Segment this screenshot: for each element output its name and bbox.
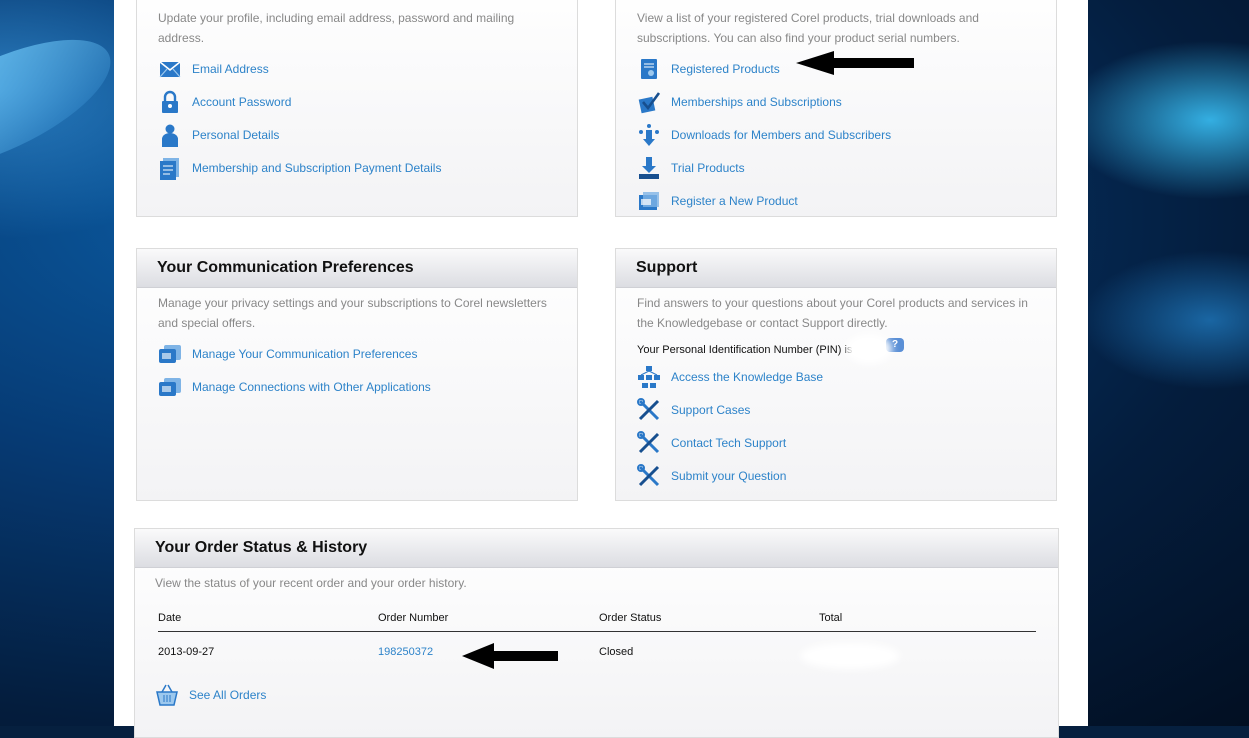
link-payment-details-label[interactable]: Membership and Subscription Payment Deta… — [192, 161, 441, 175]
tools-icon — [637, 430, 660, 453]
orders-table-header: Date Order Number Order Status Total — [158, 605, 1036, 632]
column-order-number: Order Number — [378, 605, 599, 632]
link-memberships-subscriptions[interactable]: Memberships and Subscriptions — [637, 85, 1036, 118]
link-downloads-members[interactable]: Downloads for Members and Subscribers — [637, 118, 1036, 151]
cards-icon — [159, 344, 181, 363]
account-panel: Update your profile, including email add… — [136, 0, 578, 217]
annotation-arrow-registered-products — [796, 51, 914, 75]
link-manage-communication-preferences[interactable]: Manage Your Communication Preferences — [158, 337, 557, 370]
link-knowledge-base[interactable]: Access the Knowledge Base — [637, 360, 1036, 393]
shopping-basket-icon — [156, 684, 178, 706]
product-box-icon — [639, 191, 659, 210]
help-bubble-glyph: ? — [891, 339, 899, 350]
padlock-icon — [162, 90, 178, 113]
pin-value-redacted — [846, 334, 892, 364]
download-tray-icon — [639, 156, 659, 179]
link-email-address-label[interactable]: Email Address — [192, 62, 269, 76]
link-account-password-label[interactable]: Account Password — [192, 95, 291, 109]
column-order-status: Order Status — [599, 605, 819, 632]
certificate-icon — [641, 58, 657, 79]
order-date: 2013-09-27 — [158, 646, 215, 658]
account-description: Update your profile, including email add… — [158, 11, 515, 45]
tools-icon — [637, 463, 660, 486]
order-status: Closed — [599, 646, 634, 658]
link-payment-details[interactable]: Membership and Subscription Payment Deta… — [158, 151, 557, 184]
checklist-icon — [638, 91, 661, 113]
cards-icon — [159, 377, 181, 396]
column-date: Date — [158, 605, 378, 632]
products-panel: View a list of your registered Corel pro… — [615, 0, 1057, 217]
link-support-cases-label[interactable]: Support Cases — [671, 403, 750, 417]
link-register-new-product[interactable]: Register a New Product — [637, 184, 1036, 217]
link-trial-products-label[interactable]: Trial Products — [671, 161, 745, 175]
support-description: Find answers to your questions about you… — [637, 296, 1028, 330]
link-registered-products-label[interactable]: Registered Products — [671, 62, 780, 76]
link-downloads-members-label[interactable]: Downloads for Members and Subscribers — [671, 128, 891, 142]
orders-panel: Your Order Status & History View the sta… — [134, 528, 1059, 738]
link-contact-tech-support[interactable]: Contact Tech Support — [637, 426, 1036, 459]
link-personal-details[interactable]: Personal Details — [158, 118, 557, 151]
table-row: 2013-09-27 198250372 Closed — [158, 632, 1036, 673]
link-contact-tech-support-label[interactable]: Contact Tech Support — [671, 436, 786, 450]
link-memberships-subscriptions-label[interactable]: Memberships and Subscriptions — [671, 95, 842, 109]
person-icon — [162, 124, 178, 147]
annotation-arrow-order-number — [462, 643, 558, 669]
document-stack-icon — [160, 157, 179, 180]
orders-description: View the status of your recent order and… — [155, 576, 467, 590]
link-manage-connections[interactable]: Manage Connections with Other Applicatio… — [158, 370, 557, 403]
communication-panel: Your Communication Preferences Manage yo… — [136, 248, 578, 501]
link-support-cases[interactable]: Support Cases — [637, 393, 1036, 426]
account-page: Update your profile, including email add… — [114, 0, 1088, 738]
link-manage-connections-label[interactable]: Manage Connections with Other Applicatio… — [192, 380, 431, 394]
link-knowledge-base-label[interactable]: Access the Knowledge Base — [671, 370, 823, 384]
order-total-redacted — [800, 643, 900, 669]
support-panel: Support Find answers to your questions a… — [615, 248, 1057, 501]
link-personal-details-label[interactable]: Personal Details — [192, 128, 279, 142]
link-trial-products[interactable]: Trial Products — [637, 151, 1036, 184]
link-see-all-orders-label[interactable]: See All Orders — [189, 688, 266, 702]
link-submit-question[interactable]: Submit your Question — [637, 459, 1036, 492]
orders-panel-title: Your Order Status & History — [135, 529, 1058, 568]
link-account-password[interactable]: Account Password — [158, 85, 557, 118]
link-manage-communication-preferences-label[interactable]: Manage Your Communication Preferences — [192, 347, 417, 361]
tools-icon — [637, 397, 660, 420]
link-see-all-orders[interactable]: See All Orders — [155, 678, 1036, 711]
order-number-link[interactable]: 198250372 — [378, 646, 433, 658]
products-description: View a list of your registered Corel pro… — [637, 11, 979, 45]
support-panel-title: Support — [616, 249, 1056, 288]
envelope-icon — [159, 60, 181, 77]
communication-description: Manage your privacy settings and your su… — [158, 296, 547, 330]
hierarchy-icon — [638, 365, 660, 388]
orders-table: Date Order Number Order Status Total 201… — [158, 605, 1036, 672]
download-network-icon — [639, 123, 659, 146]
communication-panel-title: Your Communication Preferences — [137, 249, 577, 288]
pin-label: Your Personal Identification Number (PIN… — [637, 344, 853, 356]
link-email-address[interactable]: Email Address — [158, 52, 557, 85]
link-submit-question-label[interactable]: Submit your Question — [671, 469, 786, 483]
link-register-new-product-label[interactable]: Register a New Product — [671, 194, 798, 208]
column-total: Total — [819, 605, 1036, 632]
